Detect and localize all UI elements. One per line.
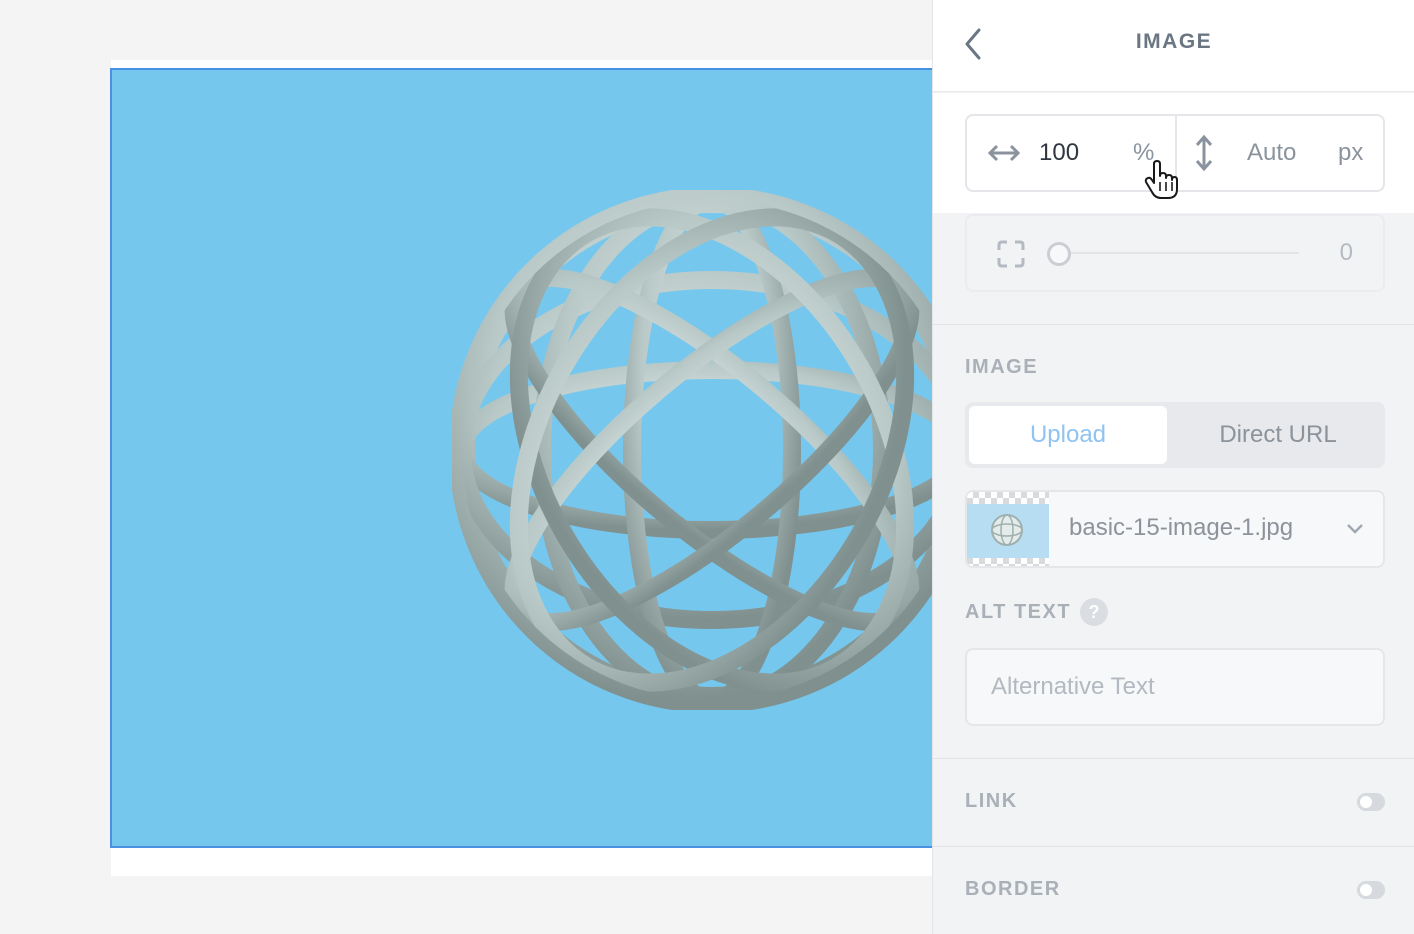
tab-upload[interactable]: Upload — [969, 406, 1167, 464]
border-toggle[interactable] — [1357, 881, 1385, 899]
horizontal-resize-icon — [987, 144, 1021, 162]
image-file-name: basic-15-image-1.jpg — [1069, 514, 1294, 541]
tab-direct-url[interactable]: Direct URL — [1175, 406, 1381, 464]
image-thumbnail — [967, 492, 1049, 566]
toggle-knob — [1360, 884, 1372, 896]
radius-slider-handle[interactable] — [1047, 242, 1071, 266]
link-toggle[interactable] — [1357, 793, 1385, 811]
hand-pointer-cursor — [1144, 160, 1178, 199]
properties-sidebar: IMAGE 100 % Auto px 0 IMAGE Upload Direc… — [932, 0, 1414, 934]
corner-radius-icon — [997, 240, 1025, 268]
sidebar-header: IMAGE — [933, 0, 1414, 92]
image-section-label: IMAGE — [965, 356, 1039, 378]
selected-image-block[interactable] — [110, 68, 932, 848]
corner-radius-control: 0 — [965, 214, 1385, 292]
height-unit-selector[interactable]: px — [1338, 139, 1363, 167]
radius-value[interactable]: 0 — [1340, 239, 1353, 267]
section-divider — [933, 324, 1414, 325]
thumbnail-sphere-icon — [991, 514, 1023, 546]
sidebar-title: IMAGE — [1135, 30, 1213, 53]
link-label: LINK — [965, 790, 1018, 812]
alt-text-label: ALT TEXT — [965, 601, 1072, 623]
editor-canvas — [0, 0, 932, 934]
image-file-selector[interactable]: basic-15-image-1.jpg — [965, 490, 1385, 568]
toggle-knob — [1360, 796, 1372, 808]
chevron-down-icon[interactable] — [1345, 522, 1365, 536]
vertical-resize-icon — [1195, 134, 1213, 172]
image-source-tabs: Upload Direct URL — [965, 402, 1385, 468]
wireframe-sphere-image — [452, 190, 932, 710]
section-divider — [933, 758, 1414, 759]
section-divider — [933, 846, 1414, 847]
width-input[interactable]: 100 — [1039, 139, 1079, 167]
alt-text-input[interactable] — [965, 648, 1385, 726]
border-label: BORDER — [965, 878, 1061, 900]
help-icon[interactable]: ? — [1080, 598, 1108, 626]
radius-slider-track[interactable] — [1059, 252, 1299, 254]
height-input[interactable]: Auto — [1247, 139, 1296, 167]
